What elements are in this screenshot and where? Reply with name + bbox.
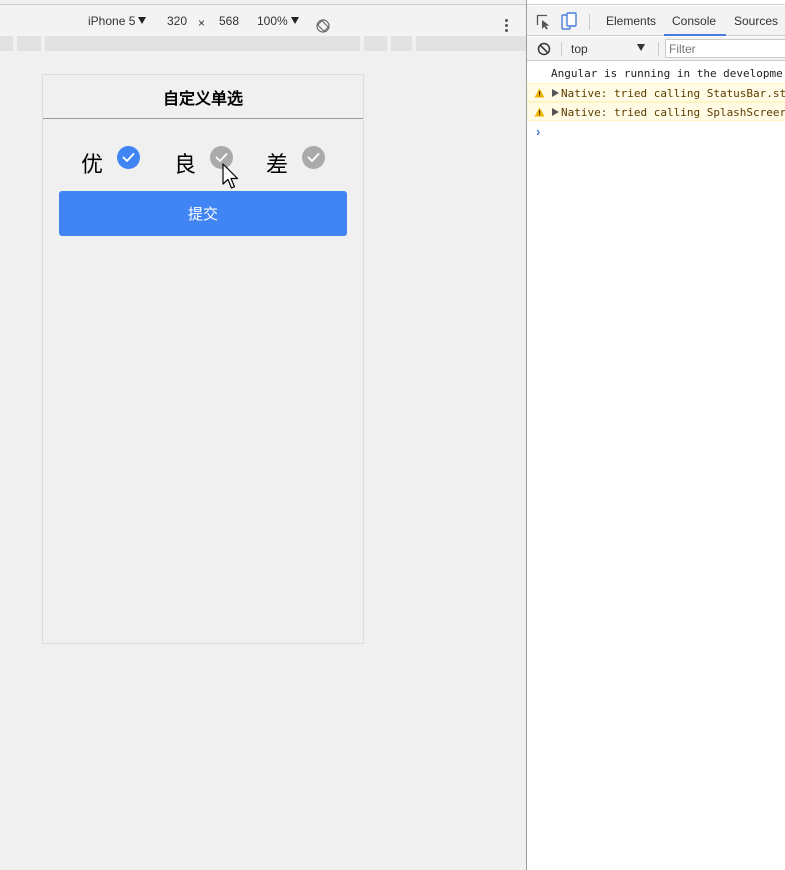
divider: [658, 42, 659, 56]
tab-sources[interactable]: Sources: [734, 14, 778, 28]
console-prompt-icon[interactable]: ›: [536, 124, 540, 139]
filter-input[interactable]: [665, 39, 785, 58]
inspect-element-icon[interactable]: [536, 14, 552, 30]
width-input[interactable]: 320: [167, 14, 187, 28]
zoom-value: 100%: [257, 14, 288, 28]
media-query-bar: [0, 36, 526, 52]
warning-icon: [534, 88, 545, 101]
expand-arrow-icon[interactable]: [552, 108, 559, 116]
media-query-segment[interactable]: [416, 36, 526, 51]
console-message-text: Native: tried calling StatusBar.st: [561, 87, 785, 100]
radio-option-label: 差: [266, 152, 289, 177]
chevron-down-icon: [138, 17, 147, 24]
warning-icon: [534, 107, 545, 120]
devtools-panel: Elements Console Sources top Angular is …: [526, 0, 785, 870]
devtools-tab-bar: Elements Console Sources: [527, 6, 785, 36]
console-toolbar: top: [527, 37, 785, 61]
divider: [589, 14, 590, 30]
chevron-down-icon[interactable]: [637, 44, 645, 51]
console-message-text: Native: tried calling SplashScreer: [561, 106, 785, 119]
device-toggle-icon[interactable]: [561, 12, 577, 30]
device-name: iPhone 5: [88, 14, 136, 28]
page-title: 自定义单选: [43, 75, 363, 119]
chevron-down-icon: [290, 17, 299, 24]
radio-group: 优 良 差: [43, 145, 363, 181]
divider: [561, 42, 562, 56]
submit-button[interactable]: 提交: [59, 191, 347, 236]
media-query-segment[interactable]: [0, 36, 13, 51]
check-circle-icon[interactable]: [302, 146, 325, 169]
tab-console[interactable]: Console: [672, 14, 716, 28]
expand-arrow-icon[interactable]: [552, 89, 559, 97]
mouse-cursor-icon: [222, 163, 240, 191]
context-select[interactable]: top: [571, 42, 588, 56]
media-query-segment[interactable]: [391, 36, 412, 51]
media-query-segment[interactable]: [45, 36, 360, 51]
height-input[interactable]: 568: [219, 14, 239, 28]
phone-viewport: 自定义单选 优 良 差 提交: [42, 74, 364, 644]
divider: [527, 4, 785, 5]
device-select[interactable]: iPhone 5: [88, 14, 147, 28]
clear-console-icon[interactable]: [537, 42, 551, 56]
media-query-segment[interactable]: [17, 36, 41, 51]
tab-elements[interactable]: Elements: [606, 14, 656, 28]
media-query-segment[interactable]: [364, 36, 387, 51]
radio-option-label: 优: [81, 152, 104, 177]
device-toolbar: iPhone 5 320 × 568 100%: [0, 6, 526, 36]
active-tab-indicator: [664, 34, 726, 36]
dimension-separator: ×: [198, 16, 206, 30]
console-message: Angular is running in the developme: [527, 64, 785, 83]
check-circle-icon[interactable]: [117, 146, 140, 169]
console-warning[interactable]: Native: tried calling StatusBar.st: [527, 83, 785, 102]
divider: [0, 4, 526, 5]
console-warning[interactable]: Native: tried calling SplashScreer: [527, 102, 785, 121]
zoom-select[interactable]: 100%: [257, 14, 299, 28]
kebab-menu-icon[interactable]: [505, 19, 509, 33]
rotate-icon[interactable]: [316, 19, 330, 33]
radio-option-label: 良: [174, 152, 197, 177]
